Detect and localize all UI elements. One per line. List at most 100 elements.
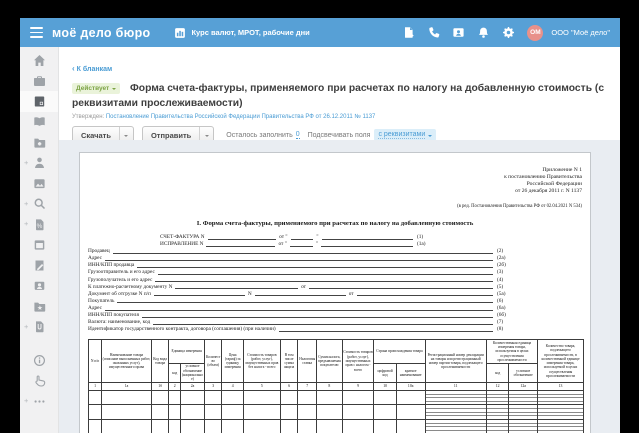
table-cell[interactable] <box>374 405 396 420</box>
settings-icon[interactable] <box>502 26 515 39</box>
sidebar-item-more[interactable]: + <box>20 391 58 412</box>
field-blank-underline[interactable] <box>357 294 493 296</box>
table-cell[interactable] <box>222 419 243 433</box>
table-cell[interactable] <box>298 405 317 420</box>
table-cell[interactable] <box>396 405 425 420</box>
approved-decree-link[interactable]: Постановление Правительства Российской Ф… <box>106 114 376 120</box>
sidebar-item-inspection[interactable]: + <box>20 194 58 215</box>
table-cell[interactable] <box>298 390 317 405</box>
sidebar-item-attachment-document[interactable]: + <box>20 317 58 338</box>
table-cell[interactable] <box>89 390 102 405</box>
field-blank-underline[interactable] <box>158 273 493 275</box>
table-cell[interactable] <box>316 390 342 405</box>
table-cell[interactable] <box>342 405 374 420</box>
sidebar-item-folder[interactable] <box>20 132 58 153</box>
plus-icon[interactable]: + <box>24 322 28 331</box>
plus-icon[interactable]: + <box>24 219 28 228</box>
phone-icon[interactable] <box>427 26 440 39</box>
sidebar-item-taxes[interactable]: +% <box>20 214 58 235</box>
form-field-line[interactable]: Грузоотправитель и его адрес(3) <box>88 269 512 276</box>
table-cell[interactable] <box>181 390 205 405</box>
field-blank-underline[interactable] <box>279 330 493 332</box>
table-cell[interactable] <box>342 390 374 405</box>
table-cell[interactable] <box>102 419 152 433</box>
form-field-line[interactable]: Адрес(2а) <box>88 255 512 262</box>
table-cell[interactable] <box>280 419 298 433</box>
form-field-line[interactable]: СЧЕТ-ФАКТУРА Nот ""(1) <box>88 234 432 241</box>
field-blank-underline[interactable] <box>113 252 493 254</box>
user-avatar[interactable]: ОМ <box>527 25 543 41</box>
field-blank-underline[interactable] <box>206 245 275 247</box>
table-cell-traceability[interactable] <box>509 419 538 433</box>
field-blank-underline[interactable] <box>105 309 493 311</box>
form-field-line[interactable]: Покупатель(6) <box>88 298 512 305</box>
form-field-line[interactable]: Документ об отгрузке N п/пNот(5а) <box>88 291 512 298</box>
table-cell[interactable] <box>243 390 280 405</box>
form-field-line[interactable]: ИНН/КПП продавца(2б) <box>88 262 512 269</box>
table-cell[interactable] <box>169 390 181 405</box>
table-cell[interactable] <box>222 390 243 405</box>
table-cell-traceability[interactable] <box>425 390 486 405</box>
table-cell[interactable] <box>396 419 425 433</box>
status-badge[interactable]: Действует <box>72 83 120 94</box>
sidebar-item-briefcase[interactable] <box>20 71 58 92</box>
table-cell-traceability[interactable] <box>538 405 584 420</box>
plus-icon[interactable]: + <box>24 158 28 167</box>
field-blank-underline[interactable] <box>175 287 298 289</box>
table-cell[interactable] <box>342 419 374 433</box>
sidebar-item-reference[interactable] <box>20 112 58 133</box>
table-cell[interactable] <box>396 390 425 405</box>
form-field-line[interactable]: ИНН/КПП покупателя(6б) <box>88 312 512 319</box>
table-cell-traceability[interactable] <box>425 405 486 420</box>
form-field-line[interactable]: К платежно-расчетному документу Nот(5) <box>88 284 512 291</box>
sidebar-item-favorites-folder[interactable]: ★ <box>20 296 58 317</box>
field-blank-underline[interactable] <box>137 266 493 268</box>
field-blank-underline[interactable] <box>291 238 314 240</box>
field-blank-underline[interactable] <box>154 294 245 296</box>
sidebar-item-edit-document[interactable] <box>20 255 58 276</box>
table-cell-traceability[interactable] <box>538 390 584 405</box>
webinars-icon[interactable] <box>452 26 465 39</box>
company-name[interactable]: ООО "Моё дело" <box>551 28 610 37</box>
table-cell[interactable] <box>181 405 205 420</box>
remaining-count-link[interactable]: 0 <box>296 131 300 139</box>
sidebar-item-reports-chart[interactable] <box>20 173 58 194</box>
table-cell-traceability[interactable] <box>486 405 508 420</box>
field-blank-underline[interactable] <box>290 245 313 247</box>
table-cell-traceability[interactable] <box>509 405 538 420</box>
field-blank-underline[interactable] <box>321 245 413 247</box>
sidebar-item-pointer-hand[interactable] <box>20 371 58 392</box>
form-field-line[interactable]: Грузополучатель и его адрес(4) <box>88 277 512 284</box>
table-cell-traceability[interactable] <box>538 419 584 433</box>
back-to-blanks-link[interactable]: ‹К бланкам <box>72 65 112 73</box>
topbar-menu-rates[interactable]: Курс валют, МРОТ, рабочие дни <box>174 27 309 39</box>
table-cell[interactable] <box>316 405 342 420</box>
field-blank-underline[interactable] <box>155 280 493 282</box>
sidebar-item-employee-card[interactable] <box>20 276 58 297</box>
field-blank-underline[interactable] <box>309 287 493 289</box>
plus-icon[interactable]: + <box>24 199 28 208</box>
form-field-line[interactable]: Идентификатор государственного контракта… <box>88 326 512 333</box>
table-cell-traceability[interactable] <box>486 390 508 405</box>
table-cell[interactable] <box>181 419 205 433</box>
form-field-line[interactable]: Продавец(2) <box>88 248 512 255</box>
table-cell[interactable] <box>102 405 152 420</box>
field-blank-underline[interactable] <box>255 294 346 296</box>
table-cell[interactable] <box>89 419 102 433</box>
table-cell[interactable] <box>151 390 169 405</box>
table-cell[interactable] <box>169 405 181 420</box>
table-cell[interactable] <box>298 419 317 433</box>
table-cell[interactable] <box>204 419 222 433</box>
table-cell[interactable] <box>280 405 298 420</box>
field-blank-underline[interactable] <box>142 316 493 318</box>
field-blank-underline[interactable] <box>208 238 277 240</box>
notifications-icon[interactable] <box>477 26 490 39</box>
table-cell[interactable] <box>374 390 396 405</box>
table-cell[interactable] <box>374 419 396 433</box>
reports-icon[interactable] <box>402 26 415 39</box>
form-field-line[interactable]: Адрес(6а) <box>88 305 512 312</box>
table-cell[interactable] <box>316 419 342 433</box>
field-blank-underline[interactable] <box>153 323 493 325</box>
table-cell[interactable] <box>151 405 169 420</box>
table-cell[interactable] <box>151 419 169 433</box>
